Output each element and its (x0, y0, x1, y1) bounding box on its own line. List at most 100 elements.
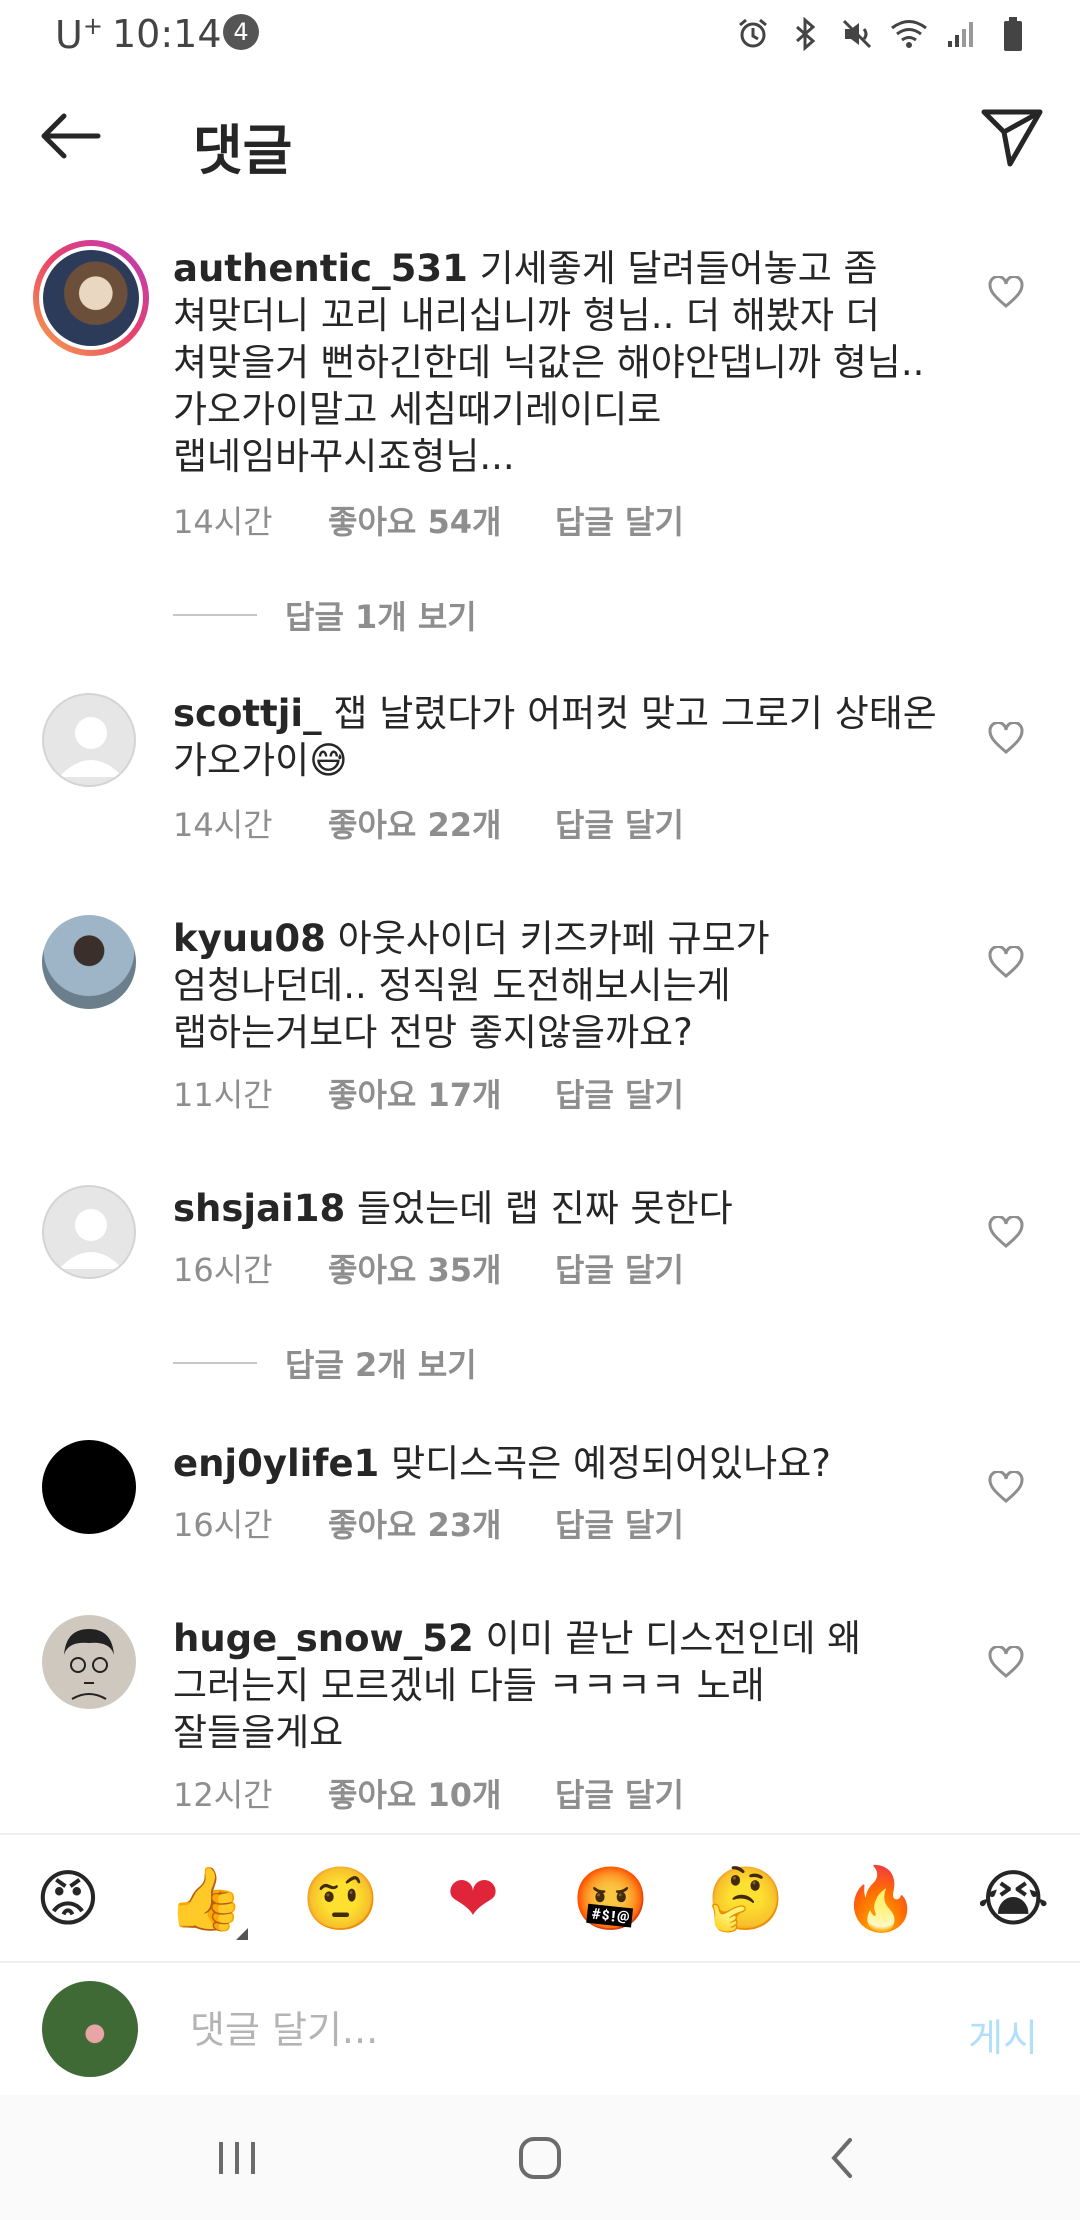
comment-text: shsjai18 들었는데 랩 진짜 못한다 (173, 1185, 943, 1232)
emoji-thumbs-up[interactable]: 👍 (167, 1863, 244, 1935)
skin-tone-indicator (236, 1928, 248, 1940)
avatar[interactable] (42, 1440, 136, 1534)
comment-meta: 16시간 좋아요 35개 답글 달기 (173, 1245, 684, 1291)
default-avatar-icon (59, 717, 123, 777)
home-button[interactable] (510, 2133, 570, 2183)
mute-icon (838, 15, 876, 53)
bluetooth-icon (786, 15, 824, 53)
comment-likes[interactable]: 좋아요 23개 (328, 1500, 555, 1546)
recent-apps-button[interactable] (207, 2133, 267, 2183)
heart-outline-icon (988, 1646, 1024, 1678)
comment-time: 14시간 (173, 806, 273, 844)
avatar-drawing (64, 1629, 114, 1700)
system-nav-bar (0, 2095, 1080, 2220)
comment-username[interactable]: enj0ylife1 (173, 1442, 379, 1485)
comment-meta: 12시간 좋아요 10개 답글 달기 (173, 1770, 684, 1816)
comment-text: authentic_531 기세좋게 달려들어놓고 좀 쳐맞더니 꼬리 내리십니… (173, 245, 943, 480)
divider-line (173, 1362, 257, 1364)
comment-likes[interactable]: 좋아요 10개 (328, 1770, 555, 1816)
my-avatar (42, 1981, 138, 2077)
reply-button[interactable]: 답글 달기 (555, 497, 684, 543)
reply-button[interactable]: 답글 달기 (555, 1245, 684, 1291)
like-button[interactable] (984, 940, 1028, 984)
avatar[interactable] (42, 915, 136, 1009)
back-button[interactable] (34, 100, 106, 172)
comment-likes[interactable]: 좋아요 54개 (328, 497, 555, 543)
comment-text: enj0ylife1 맞디스곡은 예정되어있나요? (173, 1440, 943, 1487)
status-icons (734, 12, 1032, 56)
comment-text: scottji_ 잽 날렸다가 어퍼컷 맞고 그로기 상태온 가오가이😅 (173, 690, 943, 784)
comment-meta: 14시간 좋아요 22개 답글 달기 (173, 800, 684, 846)
chevron-left-icon (831, 2138, 852, 2178)
emoji-cursing[interactable]: 🤬 (572, 1863, 649, 1935)
comment-likes[interactable]: 좋아요 17개 (328, 1070, 555, 1116)
like-button[interactable] (984, 1640, 1028, 1684)
comment-username[interactable]: shsjai18 (173, 1187, 345, 1230)
emoji-raised-eyebrow[interactable]: 🤨 (302, 1863, 379, 1935)
home-icon (519, 2137, 561, 2179)
carrier-label: U+ (55, 12, 103, 57)
emoji-quick-bar: 😡 👍 🤨 ❤ 🤬 🤔 🔥 😭 (0, 1833, 1080, 1963)
comment-content: 맞디스곡은 예정되어있나요? (391, 1442, 831, 1485)
comment-text: huge_snow_52 이미 끝난 디스전인데 왜 그러는지 모르겠네 다들 … (173, 1615, 943, 1756)
heart-outline-icon (988, 1471, 1024, 1503)
heart-outline-icon (988, 946, 1024, 978)
share-button[interactable] (974, 100, 1050, 176)
notification-badge: 4 (223, 14, 259, 50)
battery-icon (994, 15, 1032, 53)
view-replies-label: 답글 2개 보기 (285, 1346, 477, 1384)
signal-icon (942, 15, 980, 53)
comment-input-bar: 게시 (0, 1965, 1080, 2095)
comment-meta: 14시간 좋아요 54개 답글 달기 (173, 497, 684, 543)
recent-apps-icon (219, 2142, 255, 2174)
heart-outline-icon (988, 722, 1024, 754)
alarm-icon (734, 15, 772, 53)
heart-outline-icon (988, 1216, 1024, 1248)
emoji-crying[interactable]: 😭 (977, 1863, 1049, 1935)
header: 댓글 (0, 70, 1080, 200)
comment-likes[interactable]: 좋아요 22개 (328, 800, 555, 846)
reply-button[interactable]: 답글 달기 (555, 1770, 684, 1816)
avatar[interactable] (42, 693, 136, 787)
like-button[interactable] (984, 716, 1028, 760)
avatar[interactable] (42, 1185, 136, 1279)
wifi-icon (890, 15, 928, 53)
comment-text: kyuu08 아웃사이더 키즈카페 규모가 엄청나던데.. 정직원 도전해보시는… (173, 915, 943, 1056)
comment-time: 16시간 (173, 1251, 273, 1289)
reply-button[interactable]: 답글 달기 (555, 1070, 684, 1116)
emoji-heart[interactable]: ❤ (437, 1863, 509, 1935)
emoji-angry[interactable]: 😡 (32, 1863, 104, 1935)
view-replies-button[interactable]: 답글 1개 보기 (173, 592, 477, 638)
like-button[interactable] (984, 1465, 1028, 1509)
view-replies-button[interactable]: 답글 2개 보기 (173, 1340, 477, 1386)
heart-outline-icon (988, 276, 1024, 308)
status-time: 10:14 (112, 12, 222, 56)
comment-input[interactable] (190, 1995, 910, 2065)
paper-plane-icon (981, 109, 1043, 167)
reply-button[interactable]: 답글 달기 (555, 1500, 684, 1546)
nav-back-button[interactable] (812, 2133, 872, 2183)
comment-username[interactable]: authentic_531 (173, 247, 468, 290)
page-title: 댓글 (193, 119, 293, 182)
comment-username[interactable]: kyuu08 (173, 917, 326, 960)
comment-time: 12시간 (173, 1776, 273, 1814)
comment-time: 14시간 (173, 503, 273, 541)
comment-time: 11시간 (173, 1076, 273, 1114)
emoji-thinking[interactable]: 🤔 (707, 1863, 784, 1935)
post-button[interactable]: 게시 (968, 2007, 1038, 2062)
comment-meta: 11시간 좋아요 17개 답글 달기 (173, 1070, 684, 1116)
comment-meta: 16시간 좋아요 23개 답글 달기 (173, 1500, 684, 1546)
comment-likes[interactable]: 좋아요 35개 (328, 1245, 555, 1291)
comment-username[interactable]: huge_snow_52 (173, 1617, 474, 1660)
reply-button[interactable]: 답글 달기 (555, 800, 684, 846)
emoji-fire[interactable]: 🔥 (842, 1863, 919, 1935)
avatar[interactable] (33, 240, 149, 356)
status-bar: U+ 10:14 4 (0, 0, 1080, 66)
like-button[interactable] (984, 1210, 1028, 1254)
avatar[interactable] (42, 1615, 136, 1709)
arrow-left-icon (41, 113, 101, 159)
view-replies-label: 답글 1개 보기 (285, 598, 477, 636)
like-button[interactable] (984, 270, 1028, 314)
comment-username[interactable]: scottji_ (173, 692, 322, 735)
comment-content: 들었는데 랩 진짜 못한다 (356, 1187, 733, 1230)
